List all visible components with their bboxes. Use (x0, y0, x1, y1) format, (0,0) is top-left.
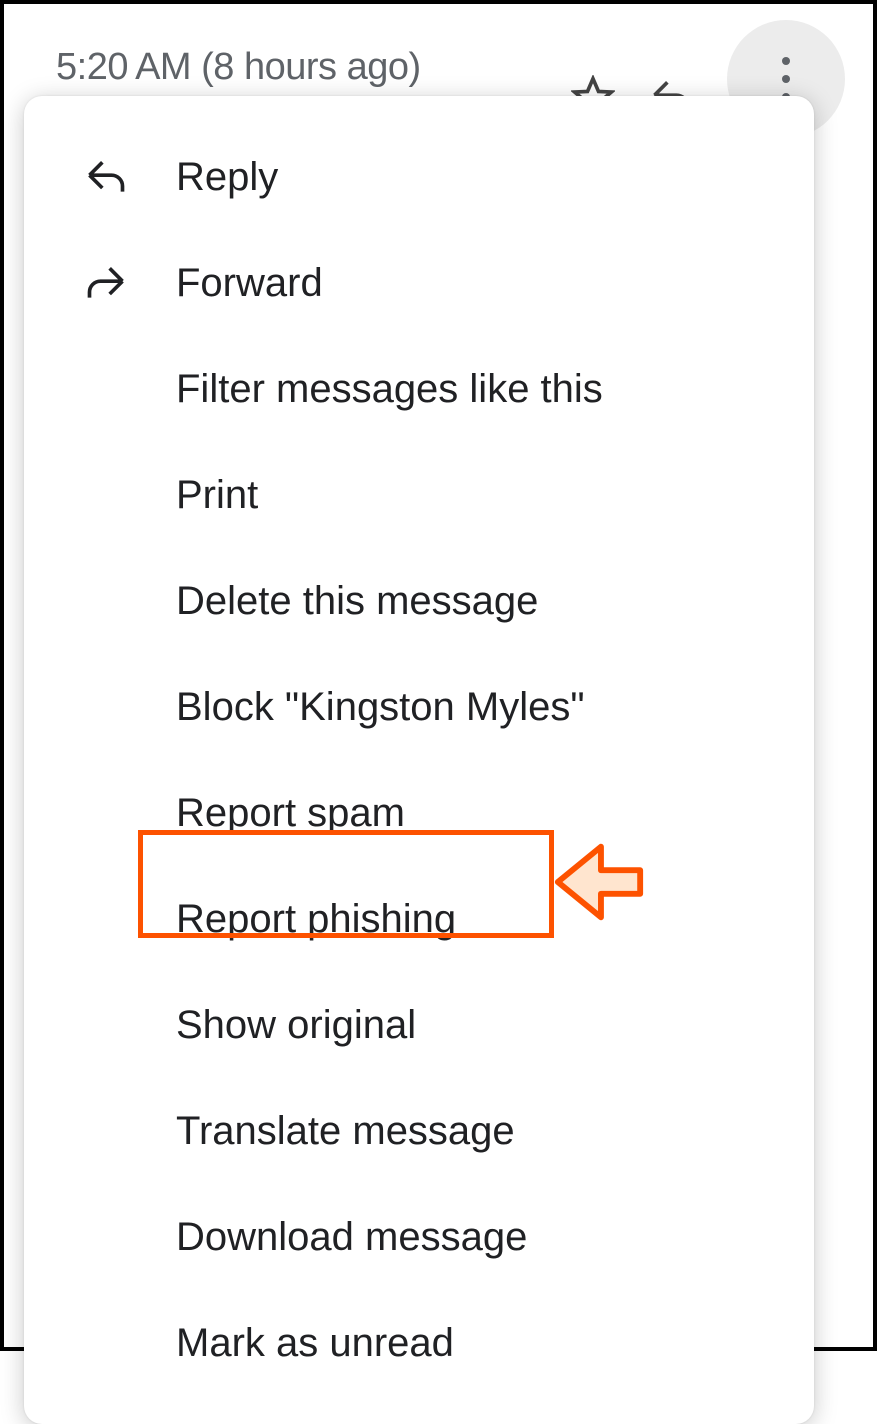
menu-label: Forward (176, 261, 323, 306)
menu-item-show-original[interactable]: Show original (24, 972, 814, 1078)
menu-item-translate[interactable]: Translate message (24, 1078, 814, 1184)
menu-item-report-spam[interactable]: Report spam (24, 760, 814, 866)
menu-label: Download message (176, 1215, 527, 1260)
reply-arrow-icon (84, 155, 128, 199)
menu-item-block[interactable]: Block "Kingston Myles" (24, 654, 814, 760)
menu-item-forward[interactable]: Forward (24, 230, 814, 336)
menu-item-report-phishing[interactable]: Report phishing (24, 866, 814, 972)
menu-item-reply[interactable]: Reply (24, 124, 814, 230)
menu-label: Block "Kingston Myles" (176, 685, 585, 730)
email-options-menu: Reply Forward Filter messages like this … (24, 96, 814, 1424)
menu-item-delete[interactable]: Delete this message (24, 548, 814, 654)
menu-label: Translate message (176, 1109, 515, 1154)
menu-label: Delete this message (176, 579, 538, 624)
menu-label: Mark as unread (176, 1321, 454, 1366)
menu-label: Reply (176, 155, 278, 200)
menu-item-download[interactable]: Download message (24, 1184, 814, 1290)
menu-label: Report spam (176, 791, 405, 836)
email-timestamp: 5:20 AM (8 hours ago) (56, 46, 421, 89)
menu-label: Filter messages like this (176, 367, 603, 412)
menu-item-filter[interactable]: Filter messages like this (24, 336, 814, 442)
forward-arrow-icon (84, 261, 128, 305)
menu-label: Report phishing (176, 897, 456, 942)
menu-item-mark-unread[interactable]: Mark as unread (24, 1290, 814, 1396)
menu-label: Show original (176, 1003, 416, 1048)
menu-item-print[interactable]: Print (24, 442, 814, 548)
menu-label: Print (176, 473, 258, 518)
